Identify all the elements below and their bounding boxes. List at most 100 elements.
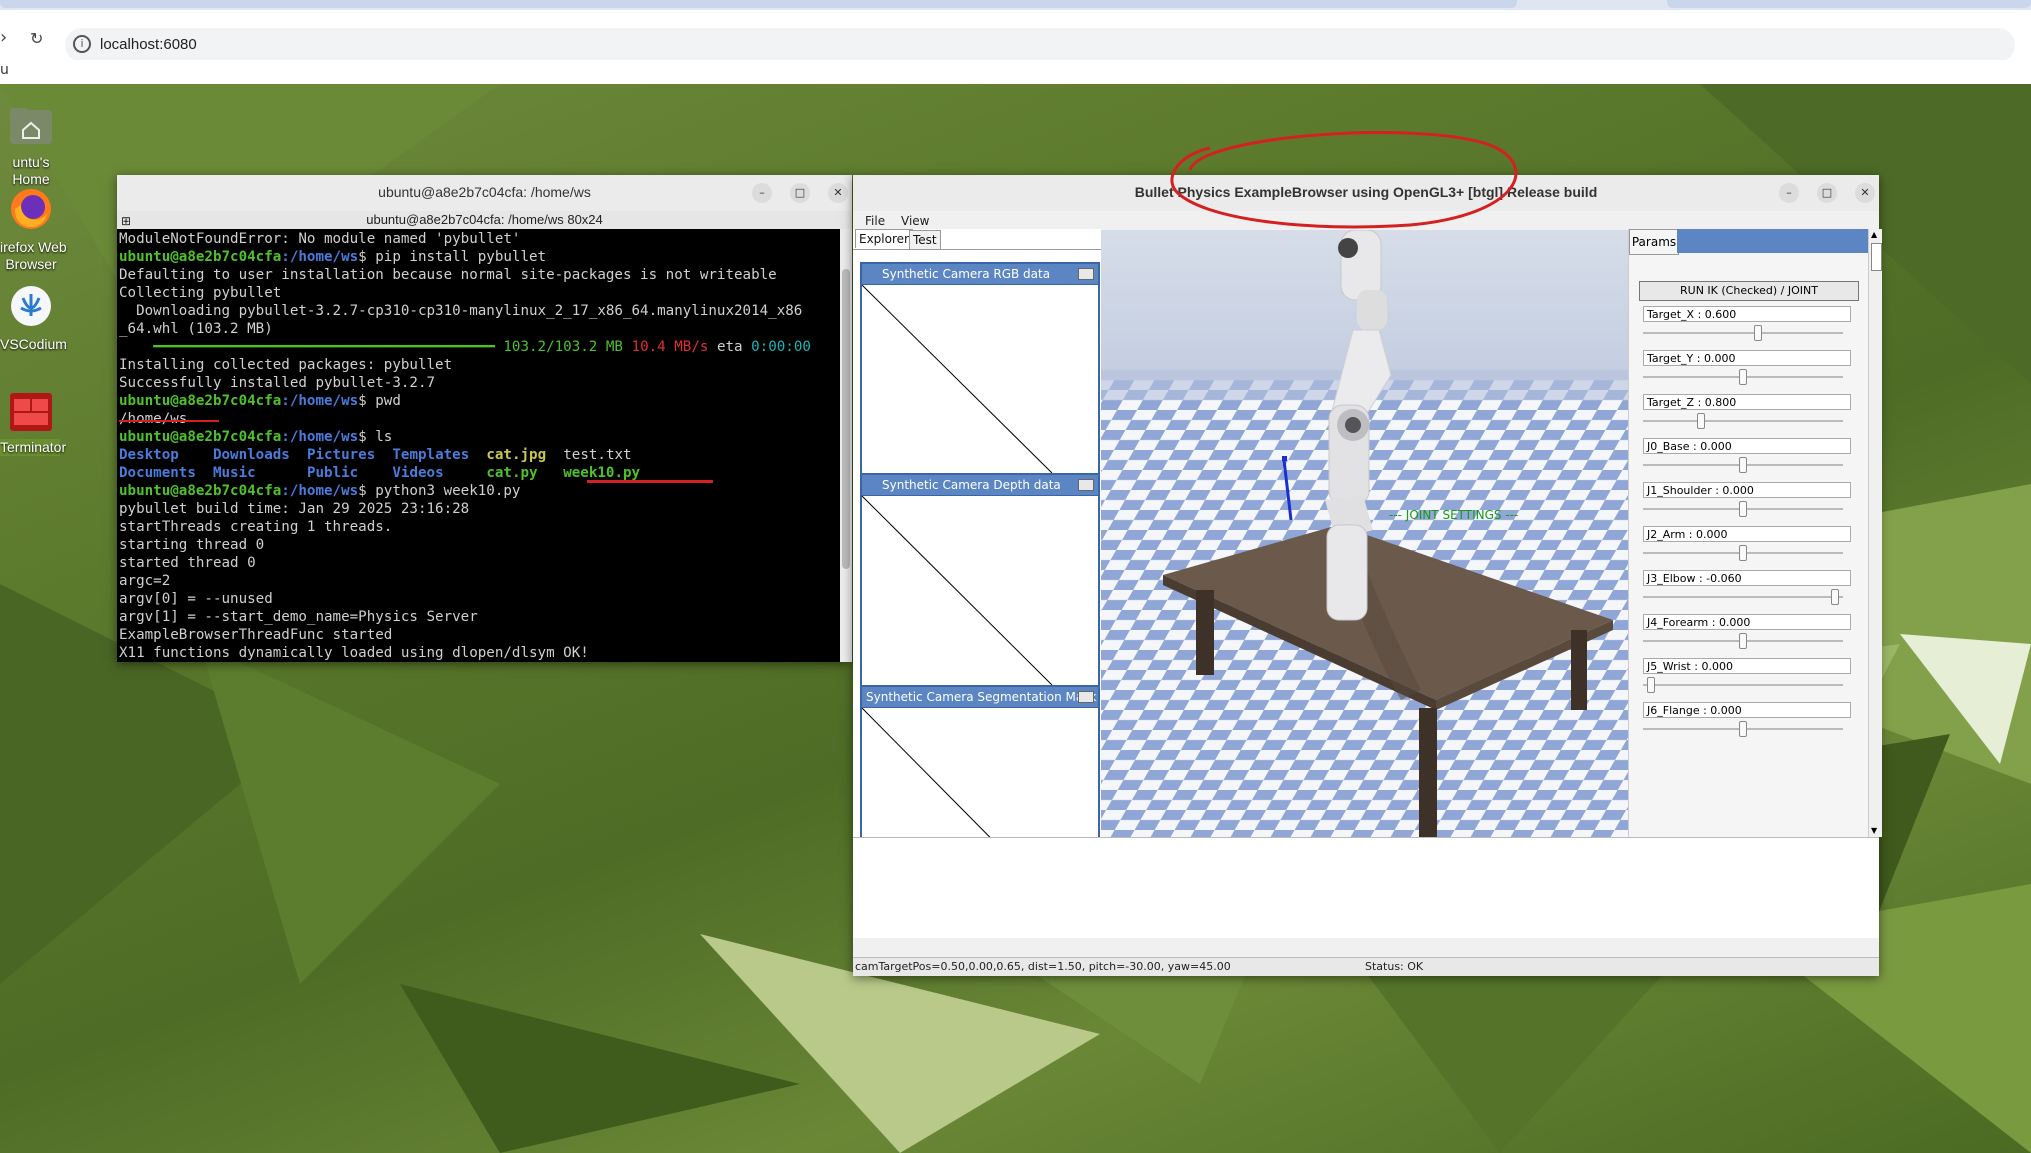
camera-rgb-view (862, 284, 1098, 473)
close-button[interactable]: ✕ (1855, 183, 1875, 203)
slider-thumb[interactable] (1739, 633, 1747, 649)
terminal-line: Installing collected packages: pybullet (119, 357, 453, 373)
terminal-window[interactable]: ubuntu@a8e2b7c04cfa: /home/ws – □ ✕ ⊞ ub… (117, 175, 852, 662)
close-button[interactable]: ✕ (828, 183, 848, 203)
params-scrollbar[interactable]: ▲ ▼ (1868, 229, 1882, 837)
slider-value-field[interactable]: J3_Elbow : -0.060 (1643, 570, 1851, 586)
split-icon[interactable]: ⊞ (121, 212, 131, 230)
panel-title: Synthetic Camera Segmentation Mask (866, 690, 1097, 704)
slider-thumb[interactable] (1739, 501, 1747, 517)
terminator-icon (10, 393, 52, 431)
slider-thumb[interactable] (1739, 721, 1747, 737)
slider-value-field[interactable]: J4_Forearm : 0.000 (1643, 614, 1851, 630)
scroll-up-icon[interactable]: ▲ (1871, 231, 1879, 239)
slider-track[interactable] (1643, 332, 1843, 334)
camera-depth-panel[interactable]: Synthetic Camera Depth data (860, 473, 1100, 686)
progress-eta-label: eta (716, 339, 743, 355)
ls-entry: cat.py (486, 465, 538, 481)
browser-tab[interactable] (1667, 0, 2031, 8)
maximize-button[interactable]: □ (790, 183, 810, 203)
slider-value-field[interactable]: J5_Wrist : 0.000 (1643, 658, 1851, 674)
placeholder-diagonal (862, 496, 1053, 685)
minimize-button[interactable]: – (752, 183, 772, 203)
slider-thumb[interactable] (1831, 589, 1840, 605)
progress-size: 103.2/103.2 MB (503, 339, 623, 355)
params-panel: Params RUN IK (Checked) / JOINT Target_X… (1628, 229, 1869, 837)
slider-value-field[interactable]: J6_Flange : 0.000 (1643, 702, 1851, 718)
panel-minimize-button[interactable] (1078, 691, 1094, 703)
terminal-line: /home/ws (119, 411, 188, 427)
run-ik-button[interactable]: RUN IK (Checked) / JOINT (1639, 281, 1859, 301)
desktop-icon-firefox[interactable]: irefox Web Browser (0, 187, 67, 273)
desktop-icon-label: VSCodium (0, 336, 67, 352)
reload-icon[interactable]: ↻ (30, 29, 43, 48)
camera-rgb-panel[interactable]: Synthetic Camera RGB data (860, 262, 1100, 474)
desktop-icon-terminator[interactable]: Terminator (0, 391, 66, 456)
slider-value-field[interactable]: Target_Z : 0.800 (1643, 394, 1851, 410)
slider-value-field[interactable]: Target_Y : 0.000 (1643, 350, 1851, 366)
prompt-user: ubuntu@a8e2b7c04cfa (119, 393, 282, 409)
menu-file[interactable]: File (865, 214, 885, 228)
tab-explorer[interactable]: Explorer (855, 229, 913, 248)
terminal-line: ExampleBrowserThreadFunc started (119, 627, 393, 643)
forward-icon[interactable]: › (0, 27, 7, 48)
panel-minimize-button[interactable] (1078, 268, 1094, 280)
tab-params[interactable]: Params (1629, 229, 1679, 255)
tab-test[interactable]: Test (909, 230, 941, 250)
prompt-user: ubuntu@a8e2b7c04cfa (119, 429, 282, 445)
terminal-titlebar[interactable]: ubuntu@a8e2b7c04cfa: /home/ws – □ ✕ (117, 175, 852, 212)
minimize-button[interactable]: – (1779, 183, 1799, 203)
desktop-icon-vscodium[interactable]: VSCodium (0, 284, 67, 353)
prompt-path: :/home/ws (281, 249, 359, 265)
prompt-path: :/home/ws (281, 393, 359, 409)
terminal-subtitle-bar: ⊞ ubuntu@a8e2b7c04cfa: /home/ws 80x24 (117, 211, 852, 229)
terminal-line: started thread 0 (119, 555, 256, 571)
url-text[interactable]: localhost:6080 (100, 36, 197, 53)
address-bar[interactable]: i localhost:6080 (65, 28, 2015, 62)
bullet-window[interactable]: Bullet Physics ExampleBrowser using Open… (853, 175, 1882, 976)
table-leg (1571, 630, 1587, 710)
desktop-icon-home[interactable]: untu's Home (0, 106, 62, 188)
terminal-subtitle: ubuntu@a8e2b7c04cfa: /home/ws 80x24 (366, 212, 603, 227)
panel-minimize-button[interactable] (1078, 479, 1094, 491)
terminal-line: Successfully installed pybullet-3.2.7 (119, 375, 436, 391)
slider-thumb[interactable] (1739, 369, 1747, 385)
terminal-scrollbar[interactable] (840, 229, 852, 662)
terminal-line: argv[1] = --start_demo_name=Physics Serv… (119, 609, 478, 625)
slider-value-field[interactable]: J0_Base : 0.000 (1643, 438, 1851, 454)
slider-thumb[interactable] (1696, 413, 1705, 429)
slider-track[interactable] (1643, 420, 1843, 422)
site-info-icon[interactable]: i (73, 35, 91, 53)
terminal-line: startThreads creating 1 threads. (119, 519, 393, 535)
terminal-line: Downloading pybullet-3.2.7-cp310-cp310-m… (119, 303, 803, 319)
scroll-down-icon[interactable]: ▼ (1871, 827, 1879, 835)
annotation-circle (1170, 131, 1518, 229)
ls-entry: Public (306, 465, 359, 481)
menu-view[interactable]: View (901, 214, 929, 228)
slider-value-field[interactable]: Target_X : 0.600 (1643, 306, 1851, 322)
terminal-output[interactable]: ModuleNotFoundError: No module named 'py… (117, 229, 840, 662)
bookmark-item[interactable]: u (0, 62, 9, 78)
ls-entry: Music (212, 465, 256, 481)
3d-viewport[interactable]: --- JOINT SETTINGS --- (1101, 230, 1628, 837)
ls-entry: Templates (392, 447, 470, 463)
slider-track[interactable] (1643, 684, 1843, 686)
browser-tab[interactable] (0, 0, 1517, 8)
camera-depth-view (862, 495, 1098, 685)
slider-thumb[interactable] (1739, 457, 1747, 473)
terminal-line: argc=2 (119, 573, 171, 589)
joint-settings-label: --- JOINT SETTINGS --- (1389, 508, 1518, 522)
scroll-thumb[interactable] (1871, 243, 1882, 271)
scroll-thumb[interactable] (842, 269, 850, 569)
slider-thumb[interactable] (1754, 325, 1763, 341)
prompt-user: ubuntu@a8e2b7c04cfa (119, 249, 282, 265)
terminal-line: argv[0] = --unused (119, 591, 273, 607)
slider-value-field[interactable]: J2_Arm : 0.000 (1643, 526, 1851, 542)
annotation-underline (587, 480, 713, 483)
slider-value-field[interactable]: J1_Shoulder : 0.000 (1643, 482, 1851, 498)
slider-thumb[interactable] (1739, 545, 1747, 561)
slider-track[interactable] (1643, 596, 1843, 598)
maximize-button[interactable]: □ (1817, 183, 1837, 203)
slider-thumb[interactable] (1646, 677, 1655, 693)
terminal-line: pybullet build time: Jan 29 2025 23:16:2… (119, 501, 470, 517)
